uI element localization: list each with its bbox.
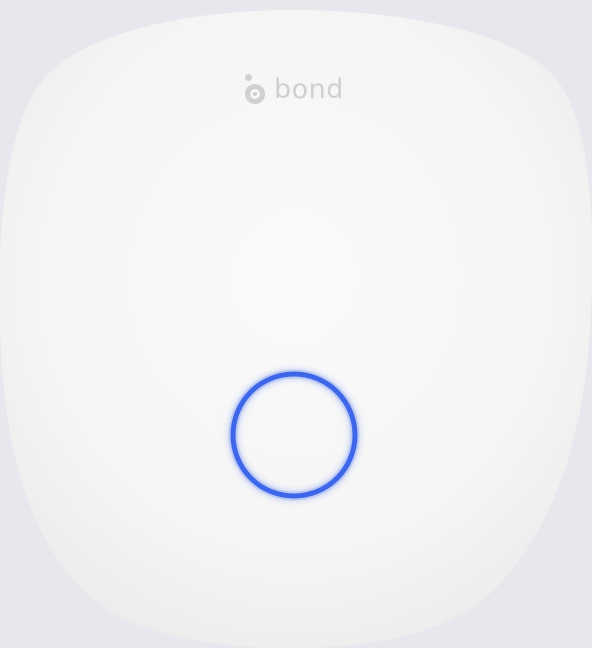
pairing-button[interactable] — [232, 374, 356, 498]
product-photo: bond — [0, 0, 592, 648]
brand-logo: bond — [244, 74, 344, 106]
bond-logo-icon — [244, 74, 268, 106]
brand-name: bond — [274, 74, 344, 105]
